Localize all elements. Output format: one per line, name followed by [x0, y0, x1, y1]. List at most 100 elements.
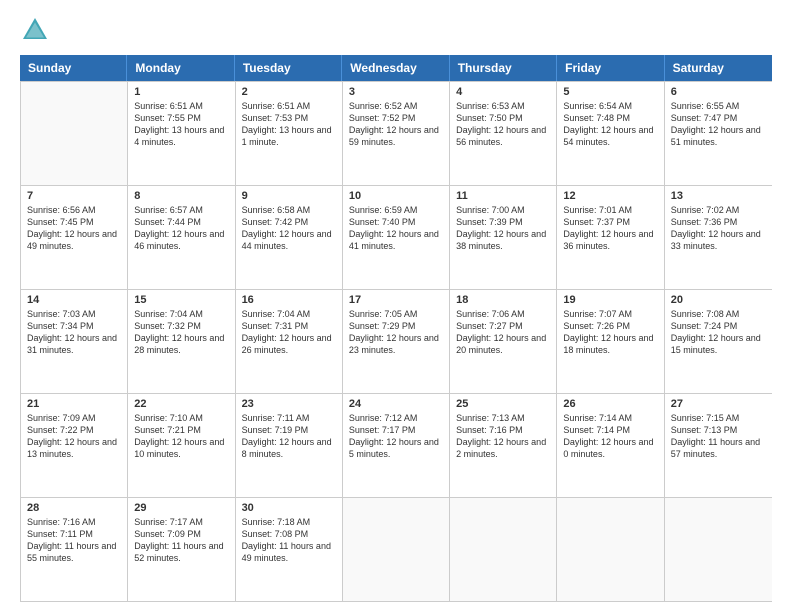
cell-info: Sunrise: 7:16 AMSunset: 7:11 PMDaylight:… — [27, 516, 121, 565]
day-number: 23 — [242, 398, 336, 410]
calendar-cell: 28 Sunrise: 7:16 AMSunset: 7:11 PMDayligh… — [21, 498, 128, 601]
cell-info: Sunrise: 7:18 AMSunset: 7:08 PMDaylight:… — [242, 516, 336, 565]
cell-info: Sunrise: 6:55 AMSunset: 7:47 PMDaylight:… — [671, 100, 766, 149]
cell-info: Sunrise: 7:03 AMSunset: 7:34 PMDaylight:… — [27, 308, 121, 357]
calendar-row: 7Sunrise: 6:56 AMSunset: 7:45 PMDaylight… — [21, 185, 772, 289]
calendar-cell: 9 Sunrise: 6:58 AMSunset: 7:42 PMDaylight… — [236, 186, 343, 289]
calendar-cell — [21, 82, 128, 185]
calendar-cell: 13 Sunrise: 7:02 AMSunset: 7:36 PMDayligh… — [665, 186, 772, 289]
calendar-cell: 25 Sunrise: 7:13 AMSunset: 7:16 PMDayligh… — [450, 394, 557, 497]
day-number: 14 — [27, 294, 121, 306]
calendar-cell: 11Sunrise: 7:00 AMSunset: 7:39 PMDayligh… — [450, 186, 557, 289]
calendar-cell: 7Sunrise: 6:56 AMSunset: 7:45 PMDaylight… — [21, 186, 128, 289]
calendar-cell: 24Sunrise: 7:12 AMSunset: 7:17 PMDayligh… — [343, 394, 450, 497]
cell-info: Sunrise: 7:09 AMSunset: 7:22 PMDaylight:… — [27, 412, 121, 461]
calendar-row: 28 Sunrise: 7:16 AMSunset: 7:11 PMDayligh… — [21, 497, 772, 601]
cell-info: Sunrise: 7:08 AMSunset: 7:24 PMDaylight:… — [671, 308, 766, 357]
cell-info: Sunrise: 6:51 AMSunset: 7:55 PMDaylight:… — [134, 100, 228, 149]
calendar-cell: 19 Sunrise: 7:07 AMSunset: 7:26 PMDayligh… — [557, 290, 664, 393]
calendar-cell: 14 Sunrise: 7:03 AMSunset: 7:34 PMDayligh… — [21, 290, 128, 393]
calendar-cell: 3 Sunrise: 6:52 AMSunset: 7:52 PMDaylight… — [343, 82, 450, 185]
calendar-row: 14 Sunrise: 7:03 AMSunset: 7:34 PMDayligh… — [21, 289, 772, 393]
calendar-cell: 12Sunrise: 7:01 AMSunset: 7:37 PMDayligh… — [557, 186, 664, 289]
calendar-cell: 15 Sunrise: 7:04 AMSunset: 7:32 PMDayligh… — [128, 290, 235, 393]
cell-info: Sunrise: 7:11 AMSunset: 7:19 PMDaylight:… — [242, 412, 336, 461]
cell-info: Sunrise: 6:56 AMSunset: 7:45 PMDaylight:… — [27, 204, 121, 253]
calendar-cell: 10Sunrise: 6:59 AMSunset: 7:40 PMDayligh… — [343, 186, 450, 289]
cell-info: Sunrise: 7:17 AMSunset: 7:09 PMDaylight:… — [134, 516, 228, 565]
cell-info: Sunrise: 6:54 AMSunset: 7:48 PMDaylight:… — [563, 100, 657, 149]
calendar-cell: 1 Sunrise: 6:51 AMSunset: 7:55 PMDaylight… — [128, 82, 235, 185]
calendar-cell: 2 Sunrise: 6:51 AMSunset: 7:53 PMDaylight… — [236, 82, 343, 185]
calendar-cell: 27Sunrise: 7:15 AMSunset: 7:13 PMDayligh… — [665, 394, 772, 497]
weekday-header: Monday — [127, 55, 234, 81]
cell-info: Sunrise: 7:10 AMSunset: 7:21 PMDaylight:… — [134, 412, 228, 461]
cell-info: Sunrise: 7:04 AMSunset: 7:32 PMDaylight:… — [134, 308, 228, 357]
cell-info: Sunrise: 7:04 AMSunset: 7:31 PMDaylight:… — [242, 308, 336, 357]
calendar-header: SundayMondayTuesdayWednesdayThursdayFrid… — [20, 55, 772, 81]
day-number: 25 — [456, 398, 550, 410]
day-number: 9 — [242, 190, 336, 202]
cell-info: Sunrise: 6:52 AMSunset: 7:52 PMDaylight:… — [349, 100, 443, 149]
cell-info: Sunrise: 7:06 AMSunset: 7:27 PMDaylight:… — [456, 308, 550, 357]
logo-icon — [20, 15, 50, 45]
cell-info: Sunrise: 6:57 AMSunset: 7:44 PMDaylight:… — [134, 204, 228, 253]
day-number: 20 — [671, 294, 766, 306]
calendar-row: 21 Sunrise: 7:09 AMSunset: 7:22 PMDayligh… — [21, 393, 772, 497]
day-number: 6 — [671, 86, 766, 98]
day-number: 22 — [134, 398, 228, 410]
cell-info: Sunrise: 7:05 AMSunset: 7:29 PMDaylight:… — [349, 308, 443, 357]
calendar-cell: 30 Sunrise: 7:18 AMSunset: 7:08 PMDayligh… — [236, 498, 343, 601]
cell-info: Sunrise: 6:58 AMSunset: 7:42 PMDaylight:… — [242, 204, 336, 253]
calendar-cell: 16Sunrise: 7:04 AMSunset: 7:31 PMDayligh… — [236, 290, 343, 393]
day-number: 30 — [242, 502, 336, 514]
day-number: 2 — [242, 86, 336, 98]
weekday-header: Friday — [557, 55, 664, 81]
calendar-body: 1 Sunrise: 6:51 AMSunset: 7:55 PMDaylight… — [20, 81, 772, 602]
day-number: 21 — [27, 398, 121, 410]
calendar-cell — [343, 498, 450, 601]
day-number: 11 — [456, 190, 550, 202]
cell-info: Sunrise: 7:13 AMSunset: 7:16 PMDaylight:… — [456, 412, 550, 461]
day-number: 29 — [134, 502, 228, 514]
cell-info: Sunrise: 7:07 AMSunset: 7:26 PMDaylight:… — [563, 308, 657, 357]
cell-info: Sunrise: 6:53 AMSunset: 7:50 PMDaylight:… — [456, 100, 550, 149]
calendar-cell: 8Sunrise: 6:57 AMSunset: 7:44 PMDaylight… — [128, 186, 235, 289]
calendar-cell: 26Sunrise: 7:14 AMSunset: 7:14 PMDayligh… — [557, 394, 664, 497]
calendar-cell — [450, 498, 557, 601]
page: SundayMondayTuesdayWednesdayThursdayFrid… — [0, 0, 792, 612]
calendar-cell: 6 Sunrise: 6:55 AMSunset: 7:47 PMDaylight… — [665, 82, 772, 185]
day-number: 26 — [563, 398, 657, 410]
weekday-header: Wednesday — [342, 55, 449, 81]
cell-info: Sunrise: 6:59 AMSunset: 7:40 PMDaylight:… — [349, 204, 443, 253]
calendar-cell: 21 Sunrise: 7:09 AMSunset: 7:22 PMDayligh… — [21, 394, 128, 497]
day-number: 4 — [456, 86, 550, 98]
calendar-cell: 18 Sunrise: 7:06 AMSunset: 7:27 PMDayligh… — [450, 290, 557, 393]
day-number: 13 — [671, 190, 766, 202]
calendar-cell: 20 Sunrise: 7:08 AMSunset: 7:24 PMDayligh… — [665, 290, 772, 393]
day-number: 18 — [456, 294, 550, 306]
calendar: SundayMondayTuesdayWednesdayThursdayFrid… — [20, 55, 772, 602]
day-number: 5 — [563, 86, 657, 98]
day-number: 1 — [134, 86, 228, 98]
calendar-cell: 23 Sunrise: 7:11 AMSunset: 7:19 PMDayligh… — [236, 394, 343, 497]
day-number: 17 — [349, 294, 443, 306]
calendar-row: 1 Sunrise: 6:51 AMSunset: 7:55 PMDaylight… — [21, 81, 772, 185]
day-number: 27 — [671, 398, 766, 410]
cell-info: Sunrise: 7:02 AMSunset: 7:36 PMDaylight:… — [671, 204, 766, 253]
cell-info: Sunrise: 6:51 AMSunset: 7:53 PMDaylight:… — [242, 100, 336, 149]
day-number: 19 — [563, 294, 657, 306]
logo — [20, 15, 54, 45]
day-number: 24 — [349, 398, 443, 410]
calendar-cell — [557, 498, 664, 601]
calendar-cell: 22 Sunrise: 7:10 AMSunset: 7:21 PMDayligh… — [128, 394, 235, 497]
calendar-cell — [665, 498, 772, 601]
day-number: 15 — [134, 294, 228, 306]
calendar-cell: 29 Sunrise: 7:17 AMSunset: 7:09 PMDayligh… — [128, 498, 235, 601]
header — [20, 15, 772, 45]
day-number: 12 — [563, 190, 657, 202]
day-number: 3 — [349, 86, 443, 98]
weekday-header: Tuesday — [235, 55, 342, 81]
day-number: 28 — [27, 502, 121, 514]
weekday-header: Sunday — [20, 55, 127, 81]
